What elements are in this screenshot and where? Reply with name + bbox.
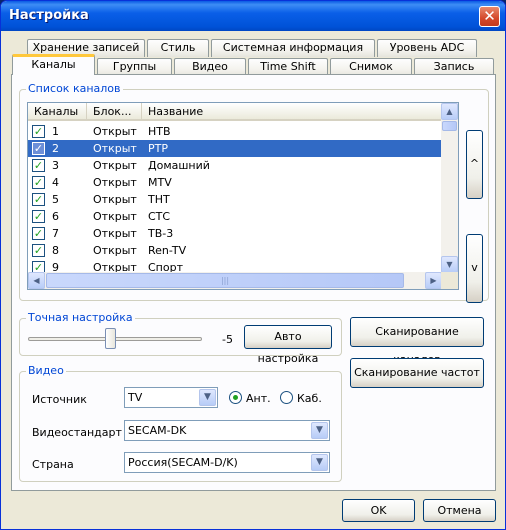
row-number: 2 (52, 142, 59, 155)
row-block: Открыт (93, 244, 137, 257)
cancel-button[interactable]: Отмена (423, 499, 496, 522)
move-up-button[interactable]: ^ (466, 130, 483, 199)
scroll-down-icon[interactable]: ▼ (441, 256, 458, 273)
row-name: Домашний (148, 159, 210, 172)
row-name: НТВ (148, 125, 171, 138)
channels-panel: Список каналов Каналы Блок... Название ✓… (11, 74, 496, 491)
column-block[interactable]: Блок... (87, 103, 142, 120)
video-group: Видео Источник TV ▼ Ант. Каб. Видеостанд… (19, 364, 342, 482)
row-name: Ren-TV (148, 244, 187, 257)
row-block: Открыт (93, 227, 137, 240)
country-value: Россия(SECAM-D/K) (128, 456, 238, 469)
video-label: Видео (26, 364, 66, 377)
chevron-down-icon[interactable]: ▼ (199, 389, 216, 406)
chevron-down-icon[interactable]: ▼ (311, 422, 328, 439)
row-name: СТС (148, 210, 171, 223)
channel-list-label: Список каналов (26, 82, 123, 95)
row-number: 1 (52, 125, 59, 138)
row-number: 4 (52, 176, 59, 189)
row-block: Открыт (93, 125, 137, 138)
checkbox[interactable]: ✓ (32, 159, 45, 172)
scroll-up-icon[interactable]: ▲ (441, 103, 458, 120)
channel-list[interactable]: Каналы Блок... Название ✓ 1 Открыт НТВ ✓… (27, 102, 459, 290)
channel-list-group: Список каналов Каналы Блок... Название ✓… (19, 82, 489, 303)
standard-label: Видеостандарт (32, 426, 122, 439)
row-block: Открыт (93, 176, 137, 189)
checkbox[interactable]: ✓ (32, 125, 45, 138)
checkbox[interactable]: ✓ (32, 193, 45, 206)
fine-tune-slider[interactable] (105, 328, 116, 349)
scroll-left-icon[interactable]: ◀ (28, 272, 45, 289)
table-row[interactable]: ✓ 6 Открыт СТС (28, 208, 442, 225)
window-title: Настройка (9, 8, 89, 23)
table-row[interactable]: ✓ 1 Открыт НТВ (28, 123, 442, 140)
table-row[interactable]: ✓ 8 Открыт Ren-TV (28, 242, 442, 259)
standard-value: SECAM-DK (128, 424, 187, 437)
list-header: Каналы Блок... Название (28, 103, 442, 121)
tab-system-info[interactable]: Системная информация (211, 39, 375, 57)
column-name[interactable]: Название (142, 103, 442, 120)
table-row[interactable]: ✓ 7 Открыт ТВ-3 (28, 225, 442, 242)
scroll-right-icon[interactable]: ▶ (425, 272, 442, 289)
chevron-down-icon[interactable]: ▼ (311, 454, 328, 471)
scan-frequencies-button[interactable]: Сканирование частот (350, 358, 484, 388)
scan-channels-button[interactable]: Сканирование каналов (350, 317, 484, 366)
column-channels[interactable]: Каналы (28, 103, 87, 120)
fine-tune-group: Точная настройка -5 Авто настройка (19, 311, 342, 365)
tab-style[interactable]: Стиль (147, 39, 209, 57)
fine-tune-value: -5 (222, 333, 233, 346)
row-block: Открыт (93, 159, 137, 172)
move-down-button[interactable]: v (466, 234, 483, 303)
scroll-corner (441, 272, 458, 289)
radio-antenna[interactable] (229, 391, 242, 404)
fine-tune-label: Точная настройка (26, 311, 135, 324)
row-number: 6 (52, 210, 59, 223)
table-row[interactable]: ✓ 4 Открыт MTV (28, 174, 442, 191)
tab-channels[interactable]: Каналы (12, 54, 95, 75)
row-name: MTV (148, 176, 172, 189)
row-name: ТВ-3 (148, 227, 174, 240)
source-value: TV (128, 391, 143, 404)
radio-cable[interactable] (280, 391, 293, 404)
vertical-scrollbar[interactable]: ▲ ▼ (441, 103, 458, 273)
ok-button[interactable]: OK (342, 499, 415, 522)
source-select[interactable]: TV ▼ (124, 387, 218, 408)
row-number: 8 (52, 244, 59, 257)
checkbox[interactable]: ✓ (32, 244, 45, 257)
radio-cable-label: Каб. (297, 392, 322, 405)
radio-antenna-label: Ант. (246, 392, 271, 405)
horizontal-scrollbar[interactable]: ◀ ||| ▶ (28, 272, 442, 289)
title-bar: Настройка ✕ (1, 1, 505, 31)
row-block: Открыт (93, 142, 137, 155)
checkbox[interactable]: ✓ (32, 210, 45, 223)
source-label: Источник (32, 393, 87, 406)
scroll-thumb[interactable] (442, 121, 457, 131)
table-row[interactable]: ✓ 3 Открыт Домашний (28, 157, 442, 174)
row-number: 3 (52, 159, 59, 172)
scroll-thumb[interactable]: ||| (46, 273, 404, 288)
country-label: Страна (32, 458, 74, 471)
table-row[interactable]: ✓ 5 Открыт ТНТ (28, 191, 442, 208)
row-block: Открыт (93, 193, 137, 206)
settings-window: Настройка ✕ Хранение записей Стиль Систе… (0, 0, 506, 530)
close-icon[interactable]: ✕ (479, 6, 500, 27)
row-name: РТР (148, 142, 168, 155)
checkbox[interactable]: ✓ (32, 176, 45, 189)
standard-select[interactable]: SECAM-DK ▼ (124, 420, 330, 441)
country-select[interactable]: Россия(SECAM-D/K) ▼ (124, 452, 330, 473)
row-block: Открыт (93, 210, 137, 223)
checkbox[interactable]: ✓ (32, 142, 45, 155)
table-row-selected[interactable]: ✓ 2 Открыт РТР (28, 140, 442, 157)
row-number: 5 (52, 193, 59, 206)
row-name: ТНТ (148, 193, 170, 206)
row-number: 7 (52, 227, 59, 240)
dialog-client: Хранение записей Стиль Системная информа… (4, 31, 502, 527)
tab-adc-level[interactable]: Уровень ADC (377, 39, 477, 57)
auto-tune-button[interactable]: Авто настройка (244, 325, 332, 365)
checkbox[interactable]: ✓ (32, 227, 45, 240)
